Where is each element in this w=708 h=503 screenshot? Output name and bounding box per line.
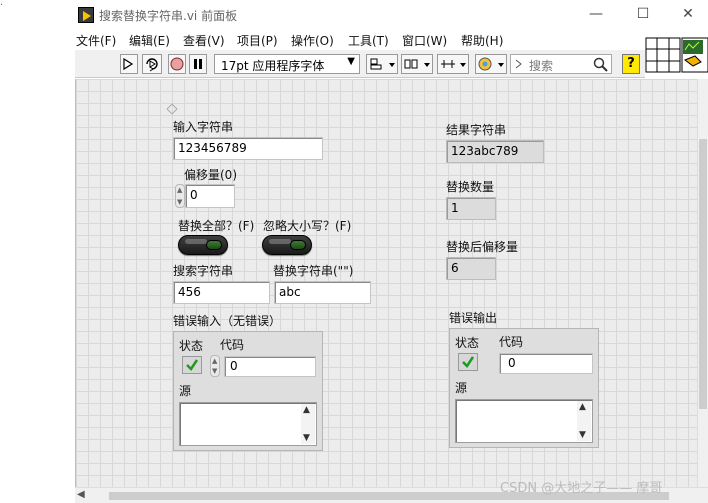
error-in-code-control[interactable]: 0 — [224, 356, 316, 377]
error-out-cluster: 状态 代码 0 源 ▲ ▼ — [449, 328, 599, 448]
replace-count-indicator: 1 — [446, 197, 496, 220]
maximize-button[interactable]: ☐ — [626, 3, 660, 25]
error-in-status-label: 状态 — [179, 339, 204, 353]
error-in-label: 错误输入（无错误） — [173, 314, 282, 328]
menu-view[interactable]: 查看(V) — [183, 32, 225, 49]
toggle-led-icon — [290, 240, 306, 250]
replace-all-label: 替换全部？(F) — [178, 219, 255, 233]
minimize-button[interactable]: — — [579, 3, 613, 25]
error-out-code-value: 0 — [508, 356, 516, 370]
search-placeholder: 搜索 — [529, 59, 554, 73]
menu-project[interactable]: 项目(P) — [237, 32, 278, 49]
search-input[interactable]: 搜索 — [510, 54, 612, 74]
offset-past-indicator: 6 — [446, 257, 496, 280]
error-in-source-field[interactable]: ▲ ▼ — [179, 402, 317, 446]
error-out-status-indicator — [458, 353, 478, 371]
error-out-source-field: ▲ ▼ — [455, 399, 593, 443]
error-in-status-checkbox[interactable] — [182, 356, 202, 374]
error-out-source-scrollbar[interactable]: ▲ ▼ — [577, 401, 591, 441]
input-string-label: 输入字符串 — [173, 120, 234, 134]
vi-icon — [78, 7, 94, 23]
menu-operate[interactable]: 操作(O) — [291, 32, 334, 49]
labview-window: · 搜索替换字符串.vi 前面板 — ☐ ✕ 文件(F) 编辑(E) 查看(V)… — [0, 0, 708, 503]
error-out-code-label: 代码 — [499, 335, 524, 349]
font-select-value: 17pt 应用程序字体 — [221, 59, 325, 73]
search-string-control[interactable]: 456 — [173, 281, 270, 304]
replace-string-label: 替换字符串("") — [273, 264, 354, 278]
search-arrow-icon — [515, 59, 522, 69]
input-string-value: 123456789 — [178, 141, 247, 155]
ignore-case-toggle[interactable] — [262, 235, 312, 255]
result-string-value: 123abc789 — [451, 144, 519, 158]
offset-past-value: 6 — [451, 261, 459, 275]
font-select[interactable]: 17pt 应用程序字体 ▼ — [214, 54, 360, 74]
menu-edit[interactable]: 编辑(E) — [129, 32, 170, 49]
offset-increment[interactable]: ▲ ▼ — [175, 184, 185, 208]
ignore-case-label: 忽略大小写？(F) — [263, 219, 352, 233]
offset-control[interactable]: 0 — [185, 184, 235, 208]
search-icon[interactable] — [593, 57, 609, 73]
front-panel: 输入字符串 123456789 偏移量(0) ▲ ▼ 0 替换全部？(F) 忽略大… — [75, 79, 697, 487]
error-out-source-label: 源 — [455, 381, 468, 395]
run-arrow-icon[interactable] — [120, 54, 138, 74]
abort-icon[interactable] — [168, 54, 186, 74]
checkmark-icon — [186, 359, 199, 371]
pause-icon[interactable] — [189, 54, 207, 74]
menu-help[interactable]: 帮助(H) — [461, 32, 503, 49]
context-help-button[interactable]: ? — [622, 54, 640, 74]
replace-string-value: abc — [279, 285, 301, 299]
toggle-led-icon — [206, 240, 222, 250]
error-in-source-label: 源 — [179, 384, 192, 398]
window-title: 搜索替换字符串.vi 前面板 — [99, 9, 238, 23]
result-string-indicator: 123abc789 — [446, 140, 544, 163]
replace-string-control[interactable]: abc — [274, 281, 371, 304]
resize-objects-icon[interactable] — [437, 54, 469, 74]
search-string-value: 456 — [178, 285, 201, 299]
distribute-objects-icon[interactable] — [401, 54, 433, 74]
error-out-label: 错误输出 — [449, 311, 498, 325]
input-string-control[interactable]: 123456789 — [173, 137, 323, 160]
error-in-cluster: 状态 代码 ▲ ▼ 0 源 ▲ ▼ — [173, 331, 323, 451]
menu-window[interactable]: 窗口(W) — [402, 32, 447, 49]
offset-past-label: 替换后偏移量 — [446, 240, 519, 254]
align-objects-icon[interactable] — [366, 54, 398, 74]
scroll-thumb[interactable] — [699, 139, 707, 409]
menu-file[interactable]: 文件(F) — [76, 32, 116, 49]
vertical-scrollbar[interactable] — [697, 79, 708, 487]
close-button[interactable]: ✕ — [671, 3, 705, 25]
corner-mark: · — [0, 0, 4, 11]
error-in-code-label: 代码 — [220, 338, 245, 352]
connector-pane[interactable] — [645, 36, 708, 78]
replace-count-value: 1 — [451, 201, 459, 215]
replace-all-toggle[interactable] — [178, 235, 228, 255]
error-in-source-scrollbar[interactable]: ▲ ▼ — [301, 404, 315, 444]
error-in-code-value: 0 — [230, 359, 238, 373]
checkmark-icon — [462, 356, 475, 368]
reorder-icon[interactable] — [475, 54, 507, 74]
error-in-code-increment[interactable]: ▲ ▼ — [210, 355, 220, 377]
menu-bar: 文件(F) 编辑(E) 查看(V) 项目(P) 操作(O) 工具(T) 窗口(W… — [75, 30, 708, 50]
result-string-label: 结果字符串 — [446, 123, 507, 137]
run-continuously-icon[interactable] — [142, 54, 162, 74]
search-string-label: 搜索字符串 — [173, 264, 234, 278]
replace-count-label: 替换数量 — [446, 180, 495, 194]
origin-marker — [166, 103, 178, 115]
error-out-status-label: 状态 — [455, 336, 480, 350]
offset-value: 0 — [190, 188, 198, 202]
scroll-left-icon[interactable]: ◀ — [77, 489, 85, 500]
error-out-code-indicator: 0 — [499, 353, 593, 374]
toolbar: 17pt 应用程序字体 ▼ 搜索 ? — [75, 50, 645, 78]
title-bar: 搜索替换字符串.vi 前面板 — ☐ ✕ — [75, 0, 708, 30]
chevron-down-icon: ▼ — [347, 56, 355, 67]
menu-tools[interactable]: 工具(T) — [348, 32, 389, 49]
offset-label: 偏移量(0) — [184, 168, 237, 182]
watermark: CSDN @大地之子—— 摩哥 — [500, 481, 663, 496]
